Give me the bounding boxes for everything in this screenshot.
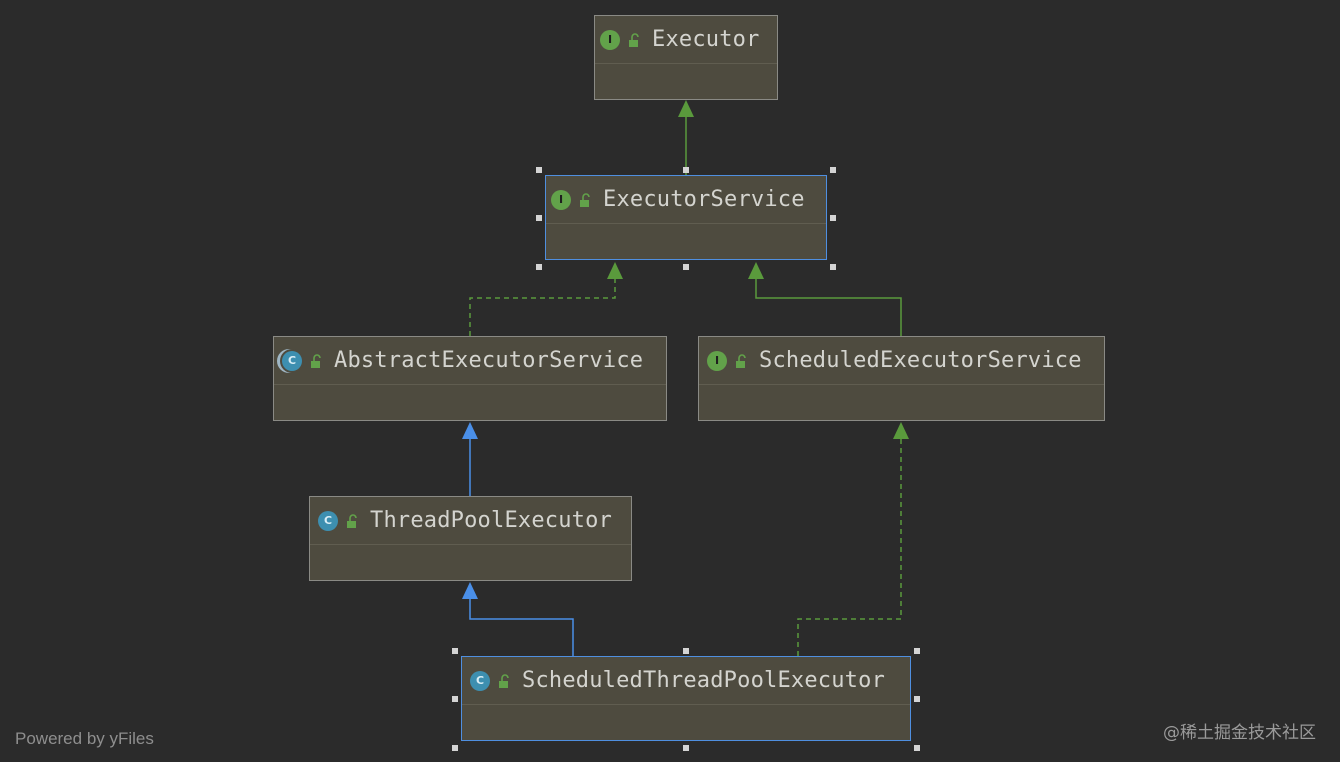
- node-header: C AbstractExecutorService: [274, 337, 666, 385]
- selection-handle[interactable]: [683, 167, 689, 173]
- edge-threadpoolexecutor-to-abstractexecutorservice[interactable]: [462, 422, 478, 496]
- node-executor[interactable]: I Executor: [594, 15, 778, 100]
- selection-handle[interactable]: [536, 215, 542, 221]
- class-name: Executor: [652, 27, 760, 52]
- class-icon: C: [470, 670, 490, 691]
- node-scheduled-executor-service[interactable]: I ScheduledExecutorService: [698, 336, 1105, 421]
- selection-handle[interactable]: [452, 745, 458, 751]
- powered-by-label: Powered by yFiles: [15, 729, 154, 748]
- interface-icon: I: [707, 350, 727, 371]
- node-header: I Executor: [595, 16, 777, 64]
- node-thread-pool-executor[interactable]: C ThreadPoolExecutor: [309, 496, 632, 581]
- class-name: AbstractExecutorService: [334, 348, 644, 373]
- class-name: ScheduledExecutorService: [759, 348, 1082, 373]
- selection-handle[interactable]: [914, 648, 920, 654]
- edge-abstractexecutorservice-to-executorservice[interactable]: [469, 262, 623, 336]
- node-header: I ExecutorService: [546, 176, 826, 224]
- selection-handle[interactable]: [830, 264, 836, 270]
- node-header: C ThreadPoolExecutor: [310, 497, 631, 545]
- unlocked-icon: [736, 353, 746, 368]
- edge-scheduledthreadpoolexecutor-to-scheduledexecutorservice[interactable]: [797, 422, 909, 656]
- interface-icon: I: [551, 189, 571, 210]
- edge-scheduledthreadpoolexecutor-to-threadpoolexecutor[interactable]: [462, 582, 574, 656]
- selection-handle[interactable]: [683, 264, 689, 270]
- class-icon: C: [318, 510, 338, 531]
- class-name: ThreadPoolExecutor: [370, 508, 613, 533]
- selection-handle[interactable]: [830, 215, 836, 221]
- edge-scheduledexecutorservice-to-executorservice[interactable]: [748, 262, 902, 336]
- selection-handle[interactable]: [536, 264, 542, 270]
- unlocked-icon: [347, 513, 357, 528]
- selection-handle[interactable]: [914, 696, 920, 702]
- selection-handle[interactable]: [683, 745, 689, 751]
- unlocked-icon: [580, 192, 590, 207]
- abstract-class-icon: C: [282, 350, 302, 371]
- class-name: ScheduledThreadPoolExecutor: [522, 668, 886, 693]
- selection-handle[interactable]: [452, 648, 458, 654]
- node-header: I ScheduledExecutorService: [699, 337, 1104, 385]
- node-header: C ScheduledThreadPoolExecutor: [462, 657, 910, 705]
- edge-executorservice-to-executor[interactable]: [678, 100, 694, 175]
- selection-handle[interactable]: [452, 696, 458, 702]
- selection-handle[interactable]: [914, 745, 920, 751]
- node-scheduled-thread-pool-executor[interactable]: C ScheduledThreadPoolExecutor: [461, 656, 911, 741]
- selection-handle[interactable]: [536, 167, 542, 173]
- node-executor-service[interactable]: I ExecutorService: [545, 175, 827, 260]
- unlocked-icon: [499, 673, 509, 688]
- unlocked-icon: [311, 353, 321, 368]
- selection-handle[interactable]: [683, 648, 689, 654]
- inheritance-edges: [462, 100, 909, 656]
- class-name: ExecutorService: [603, 187, 805, 212]
- selection-handle[interactable]: [830, 167, 836, 173]
- unlocked-icon: [629, 32, 639, 47]
- node-abstract-executor-service[interactable]: C AbstractExecutorService: [273, 336, 667, 421]
- watermark: @稀土掘金技术社区: [1163, 723, 1316, 743]
- interface-icon: I: [600, 29, 620, 50]
